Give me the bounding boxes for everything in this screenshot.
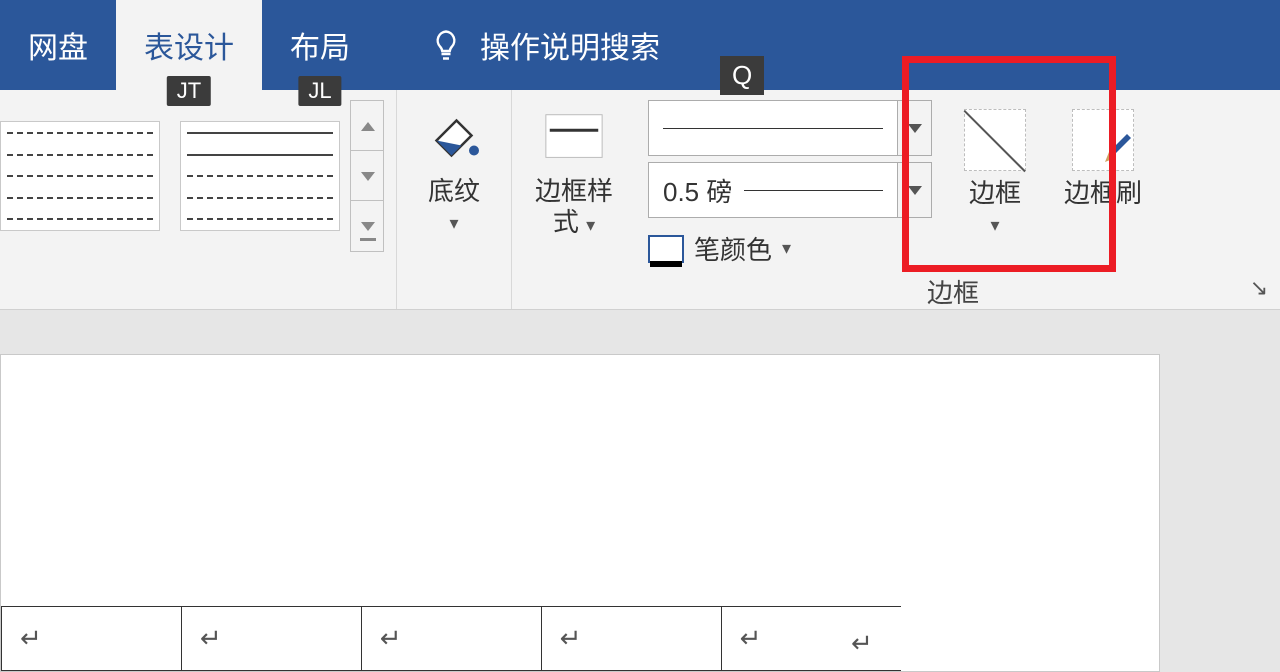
border-painter-icon <box>1071 108 1135 172</box>
pen-width-field: 0.5 磅 <box>648 162 898 218</box>
keytip-search: Q <box>720 56 764 95</box>
paint-bucket-icon <box>422 106 486 170</box>
pen-width-combo[interactable]: 0.5 磅 <box>648 162 932 218</box>
tab-label: 布局 <box>290 23 350 67</box>
chevron-down-icon: ▾ <box>990 215 999 236</box>
shading-label: 底纹 <box>428 176 480 207</box>
borders-label: 边框 <box>969 178 1021 209</box>
pen-color-swatch-icon <box>648 235 684 263</box>
table-row: ↵ ↵ ↵ ↵ ↵ <box>2 607 902 671</box>
borders-button[interactable]: 边框 ▾ <box>950 102 1040 236</box>
table-cell[interactable]: ↵ <box>361 607 541 671</box>
keytip-table-design: JT <box>167 76 211 106</box>
pen-style-dropdown[interactable] <box>898 100 932 156</box>
tab-table-design[interactable]: 表设计 JT <box>116 0 262 90</box>
gallery-scrollbar <box>350 100 384 252</box>
paragraph-mark-icon: ↵ <box>560 623 582 653</box>
paragraph-mark-icon: ↵ <box>380 623 402 653</box>
border-painter-label: 边框刷 <box>1064 178 1142 209</box>
table-cell[interactable]: ↵ <box>541 607 721 671</box>
chevron-down-icon: ▾ <box>449 213 458 234</box>
border-style-icon <box>542 106 606 170</box>
document-canvas: ↵ ↵ ↵ ↵ ↵ ↵ <box>0 310 1280 672</box>
gallery-scroll-up[interactable] <box>351 101 383 151</box>
lightbulb-icon <box>428 27 464 63</box>
pen-style-combo[interactable] <box>648 100 932 156</box>
dialog-launcher-icon[interactable]: ↘ <box>1246 275 1272 301</box>
group-border-style: 边框样式 ▾ <box>512 90 636 309</box>
tab-netdisk[interactable]: 网盘 <box>0 0 116 90</box>
group-table-styles <box>0 90 397 309</box>
pen-color-button[interactable]: 笔颜色 ▾ <box>648 224 932 267</box>
shading-button[interactable]: 底纹 ▾ <box>409 100 499 234</box>
pen-width-dropdown[interactable] <box>898 162 932 218</box>
paragraph-mark-icon: ↵ <box>851 628 873 659</box>
chevron-down-icon: ▾ <box>782 238 791 259</box>
border-painter-button[interactable]: 边框刷 <box>1058 102 1148 209</box>
paragraph-mark-icon: ↵ <box>740 623 762 653</box>
table-cell[interactable]: ↵ <box>721 607 901 671</box>
pen-color-label: 笔颜色 <box>694 230 772 267</box>
group-shading: 底纹 ▾ <box>397 90 512 309</box>
tab-label: 表设计 <box>144 23 234 67</box>
table-cell[interactable]: ↵ <box>181 607 361 671</box>
pen-style-field <box>648 100 898 156</box>
paragraph-mark-icon: ↵ <box>200 623 222 653</box>
table-cell[interactable]: ↵ <box>2 607 182 671</box>
table-style-item[interactable] <box>0 121 160 231</box>
group-borders: 0.5 磅 笔颜色 ▾ 边框 ▾ <box>636 90 1280 309</box>
border-style-button[interactable]: 边框样式 ▾ <box>524 100 624 238</box>
search-tell-me[interactable]: 操作说明搜索 <box>428 23 660 67</box>
borders-diagonal-icon <box>963 108 1027 172</box>
gallery-scroll-down[interactable] <box>351 151 383 201</box>
gallery-more-button[interactable] <box>351 201 383 251</box>
document-table[interactable]: ↵ ↵ ↵ ↵ ↵ <box>1 606 901 671</box>
tab-layout[interactable]: 布局 JL <box>262 0 378 90</box>
search-placeholder: 操作说明搜索 <box>480 23 660 67</box>
document-page[interactable]: ↵ ↵ ↵ ↵ ↵ ↵ <box>0 354 1160 672</box>
pen-width-value: 0.5 磅 <box>663 172 732 209</box>
ribbon-titlebar: 网盘 表设计 JT 布局 JL 操作说明搜索 Q <box>0 0 1280 90</box>
ribbon: 底纹 ▾ 边框样式 ▾ <box>0 90 1280 310</box>
border-style-label: 边框样式 ▾ <box>524 176 624 238</box>
keytip-layout: JL <box>298 76 341 106</box>
chevron-down-icon: ▾ <box>586 215 595 235</box>
table-style-item[interactable] <box>180 121 340 231</box>
tab-label: 网盘 <box>28 23 88 67</box>
table-style-gallery[interactable] <box>0 121 344 231</box>
paragraph-mark-icon: ↵ <box>20 623 42 653</box>
